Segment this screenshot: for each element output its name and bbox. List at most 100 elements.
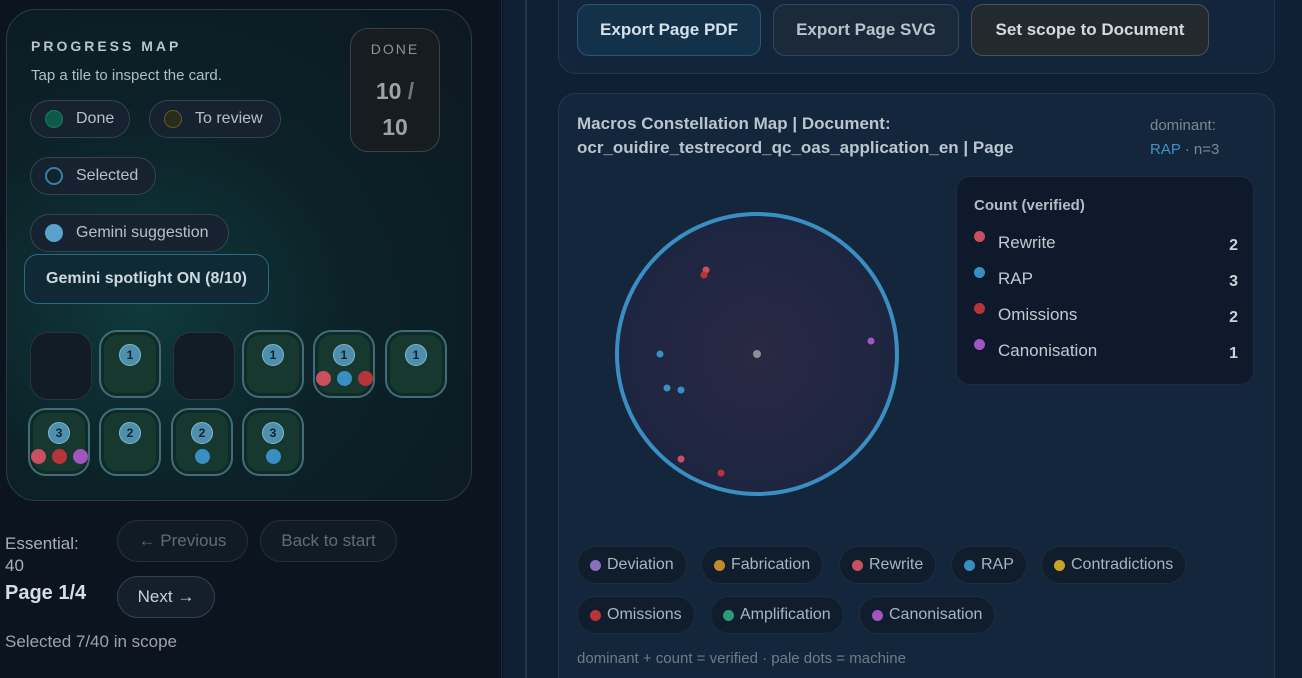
omissions-point: [717, 469, 725, 477]
map-title-line1: Macros Constellation Map | Document:: [577, 114, 891, 133]
count-value: 3: [1229, 273, 1238, 290]
progress-tile-2[interactable]: 1: [99, 330, 161, 398]
done-count: 10 / 10: [351, 73, 439, 145]
legend-chip-deviation[interactable]: Deviation: [577, 546, 687, 584]
amplification-dot-icon: [723, 609, 734, 621]
legend-chip-omissions[interactable]: Omissions: [577, 596, 695, 634]
legend-label: Canonisation: [889, 606, 983, 623]
rap-dot-icon: [265, 449, 281, 464]
progress-map-title: PROGRESS MAP: [31, 38, 182, 54]
page-indicator: Page 1/4: [5, 582, 87, 604]
legend-label: Amplification: [740, 606, 831, 623]
tile-badge: 1: [119, 344, 141, 366]
count-verified-panel: Count (verified) Rewrite 2 RAP 3 Omissio…: [956, 176, 1254, 385]
legend-chip-canonisation[interactable]: Canonisation: [859, 596, 996, 634]
progress-tile-10[interactable]: 3: [242, 408, 304, 476]
rap-dot-icon: [974, 267, 985, 278]
map-title-line2: ocr_ouidire_testrecord_qc_oas_applicatio…: [577, 138, 1014, 157]
legend-chip-amplification[interactable]: Amplification: [710, 596, 844, 634]
omissions-dot-icon: [590, 609, 601, 621]
rap-point: [663, 384, 671, 392]
legend-chip-to-review[interactable]: To review: [149, 100, 281, 138]
rap-dot-icon: [194, 449, 210, 464]
contradictions-dot-icon: [1054, 559, 1065, 571]
count-label: Rewrite: [998, 233, 1056, 252]
legend-chip-done[interactable]: Done: [30, 100, 130, 138]
tile-badge: 1: [405, 344, 427, 366]
rewrite-point: [677, 455, 685, 463]
back-to-start-button[interactable]: Back to start: [260, 520, 397, 562]
gemini-spotlight-toggle[interactable]: Gemini spotlight ON (8/10): [24, 254, 269, 304]
progress-tile-4[interactable]: 1: [242, 330, 304, 398]
count-label: RAP: [998, 269, 1033, 288]
legend-chip-gemini[interactable]: Gemini suggestion: [30, 214, 229, 252]
tile-dots: [30, 449, 88, 464]
count-label: Omissions: [998, 305, 1078, 324]
deviation-dot-icon: [590, 559, 601, 571]
gemini-dot-icon: [45, 224, 63, 242]
rewrite-dot-icon: [852, 559, 863, 571]
constellation-center-dot: [753, 350, 761, 358]
progress-tile-8[interactable]: 2: [99, 408, 161, 476]
done-value: 10: [375, 78, 402, 104]
legend-chip-label: Done: [76, 110, 115, 127]
legend-chip-label: Gemini suggestion: [76, 224, 209, 241]
selected-in-scope: Selected 7/40 in scope: [5, 632, 178, 651]
count-row-omissions: Omissions 2: [974, 303, 1238, 329]
progress-tile-1[interactable]: [30, 332, 92, 400]
dominant-label: dominant:: [1150, 117, 1216, 134]
essential-value: 40: [5, 556, 24, 575]
progress-tile-3[interactable]: [173, 332, 235, 400]
count-value: 2: [1229, 237, 1238, 254]
dominant-value: RAP: [1150, 141, 1181, 158]
legend-chip-selected[interactable]: Selected: [30, 157, 156, 195]
canonisation-dot-icon: [872, 609, 883, 621]
count-value: 2: [1229, 309, 1238, 326]
rewrite-dot-icon: [315, 371, 331, 386]
dominant-n: · n=3: [1184, 141, 1220, 158]
legend-label: Contradictions: [1071, 556, 1174, 573]
omissions-dot-icon: [974, 303, 985, 314]
export-pdf-button[interactable]: Export Page PDF: [577, 4, 761, 56]
previous-button[interactable]: ← Previous: [117, 520, 248, 562]
omissions-dot-icon: [51, 449, 67, 464]
review-dot-icon: [164, 110, 182, 128]
tile-badge: 3: [262, 422, 284, 444]
legend-chip-label: Selected: [76, 167, 139, 184]
count-row-rap: RAP 3: [974, 267, 1238, 293]
progress-tile-5[interactable]: 1: [313, 330, 375, 398]
done-slash: /: [407, 78, 415, 104]
selected-ring-icon: [45, 167, 63, 185]
count-row-rewrite: Rewrite 2: [974, 231, 1238, 257]
canonisation-point: [867, 337, 875, 345]
dominant-info: dominant: RAP · n=3: [1150, 114, 1219, 162]
map-title: Macros Constellation Map | Document: ocr…: [577, 112, 1097, 160]
tile-badge: 1: [262, 344, 284, 366]
legend-chip-contradictions[interactable]: Contradictions: [1041, 546, 1187, 584]
progress-tile-6[interactable]: 1: [385, 330, 447, 398]
fabrication-dot-icon: [714, 559, 725, 571]
done-total: 10: [382, 114, 408, 140]
next-button[interactable]: Next →: [117, 576, 215, 618]
legend-chip-rewrite[interactable]: Rewrite: [839, 546, 937, 584]
tile-badge: 1: [333, 344, 355, 366]
essential-count: Essential: 40: [5, 532, 79, 578]
legend-label: Fabrication: [731, 556, 811, 573]
rewrite-dot-icon: [974, 231, 985, 242]
progress-tile-9[interactable]: 2: [171, 408, 233, 476]
count-title: Count (verified): [974, 197, 1085, 214]
map-footnote: dominant + count = verified · pale dots …: [577, 650, 906, 667]
export-svg-button[interactable]: Export Page SVG: [773, 4, 959, 56]
progress-tile-7[interactable]: 3: [28, 408, 90, 476]
tile-badge: 2: [191, 422, 213, 444]
constellation-map: [615, 212, 899, 496]
legend-chip-fabrication[interactable]: Fabrication: [701, 546, 824, 584]
legend-chip-label: To review: [195, 110, 263, 127]
tile-dots: [315, 371, 373, 386]
right-pane-divider: [525, 0, 527, 678]
rap-dot-icon: [964, 559, 975, 571]
count-value: 1: [1229, 345, 1238, 362]
legend-chip-rap[interactable]: RAP: [951, 546, 1027, 584]
set-scope-button[interactable]: Set scope to Document: [971, 4, 1209, 56]
count-label: Canonisation: [998, 341, 1098, 360]
